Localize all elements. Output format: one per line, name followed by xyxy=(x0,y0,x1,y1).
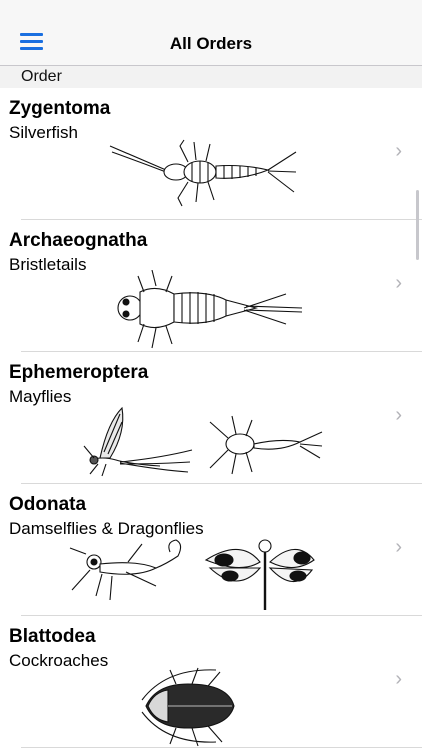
list-item[interactable]: Zygentoma Silverfish › xyxy=(0,88,422,220)
list-item[interactable]: Odonata Damselflies & Dragonflies › xyxy=(0,484,422,616)
order-common-name: Cockroaches xyxy=(9,651,109,670)
navigation-bar: All Orders xyxy=(0,0,422,66)
chevron-right-icon: › xyxy=(395,140,402,162)
order-name: Odonata xyxy=(9,494,87,515)
order-common-name: Silverfish xyxy=(9,123,78,142)
list-item[interactable]: Ephemeroptera Mayflies › xyxy=(0,352,422,484)
dragonfly-illustration xyxy=(69,539,315,610)
orders-list: Zygentoma Silverfish › Archaeognatha Bri… xyxy=(0,88,422,748)
order-name: Ephemeroptera xyxy=(9,362,149,383)
cockroach-illustration xyxy=(141,667,235,747)
page-title: All Orders xyxy=(169,34,253,53)
silverfish-illustration xyxy=(109,139,297,207)
chevron-right-icon: › xyxy=(395,272,402,294)
order-name: Archaeognatha xyxy=(9,230,148,251)
order-common-name: Bristletails xyxy=(9,255,87,274)
chevron-right-icon: › xyxy=(395,404,402,426)
list-item[interactable]: Blattodea Cockroaches › xyxy=(0,616,422,748)
order-name: Blattodea xyxy=(9,626,96,647)
list-item[interactable]: Archaeognatha Bristletails › xyxy=(0,220,422,352)
bristletail-illustration xyxy=(117,270,303,349)
scroll-indicator[interactable] xyxy=(416,190,419,260)
mayfly-illustration xyxy=(83,406,323,477)
section-header: Order xyxy=(0,66,422,88)
chevron-right-icon: › xyxy=(395,536,402,558)
chevron-right-icon: › xyxy=(395,668,402,690)
section-header-label: Order xyxy=(21,68,62,85)
order-name: Zygentoma xyxy=(9,98,111,119)
